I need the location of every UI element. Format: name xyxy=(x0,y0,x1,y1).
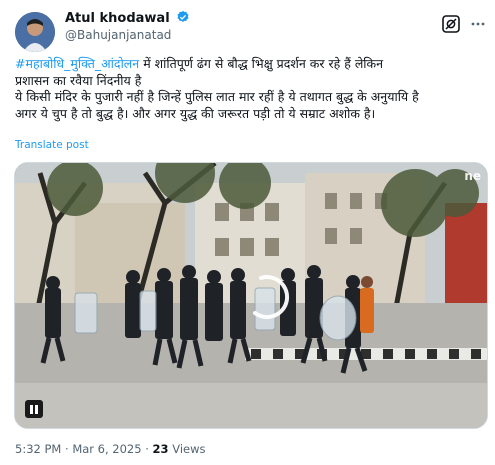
pause-icon-bar-left xyxy=(30,404,33,414)
tweet-line-3: ये किसी मंदिर के पुजारी नहीं है जिन्हें … xyxy=(15,89,419,104)
translate-post-link[interactable]: Translate post xyxy=(15,139,89,151)
tweet-line-4: अगर ये चुप है तो बुद्ध है। और अगर युद्ध … xyxy=(15,105,376,121)
video-frame xyxy=(15,163,487,428)
tweet-meta: 5:32 PM · Mar 6, 2025 · 23 Views xyxy=(15,442,205,456)
tweet-time[interactable]: 5:32 PM xyxy=(15,442,61,456)
hashtag-link[interactable]: #महाबोधि_मुक्ति_आंदोलन xyxy=(15,56,139,71)
more-options-button[interactable] xyxy=(469,13,487,35)
tweet-line-2: प्रशासन का रवैया निंदनीय है xyxy=(15,72,142,88)
tweet-text: #महाबोधि_मुक्ति_आंदोलन में शांतिपूर्ण ढं… xyxy=(15,56,485,122)
pause-button[interactable] xyxy=(25,400,43,418)
author-handle[interactable]: @Bahujanjanatad xyxy=(65,28,171,42)
verified-badge-icon xyxy=(177,10,189,22)
pause-icon-bar-right xyxy=(35,404,38,414)
video-player[interactable]: ne xyxy=(14,162,488,429)
author-name[interactable]: Atul khodawal xyxy=(65,11,170,26)
views-count[interactable]: 23 xyxy=(153,442,169,456)
tweet-line-1-text: में शांतिपूर्ण ढंग से बौद्ध भिक्षु प्रदर… xyxy=(139,56,384,71)
avatar-image xyxy=(15,12,55,52)
video-watermark: ne xyxy=(464,169,481,183)
views-label: Views xyxy=(168,442,206,456)
tweet-date[interactable]: Mar 6, 2025 xyxy=(72,442,141,456)
meta-separator: · xyxy=(61,442,73,456)
more-options-icon xyxy=(471,22,485,26)
meta-separator-2: · xyxy=(141,442,153,456)
grok-button[interactable] xyxy=(440,13,462,35)
tweet-line-1: #महाबोधि_मुक्ति_आंदोलन में शांतिपूर्ण ढं… xyxy=(15,56,485,73)
author-name-row[interactable]: Atul khodawal xyxy=(65,10,190,26)
grok-icon xyxy=(442,15,460,33)
avatar[interactable] xyxy=(15,12,55,52)
